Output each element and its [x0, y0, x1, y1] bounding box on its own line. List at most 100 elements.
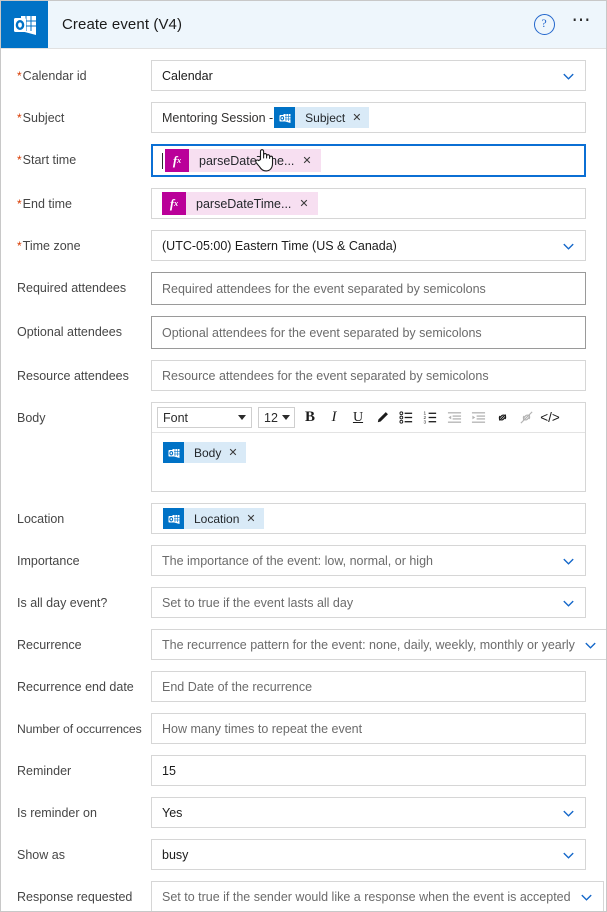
optional-attendees-input[interactable]: Optional attendees for the event separat… [151, 316, 586, 349]
token-label: Location [194, 511, 240, 526]
token-remove-icon[interactable]: ✕ [352, 111, 369, 124]
field-row-recurrence: Recurrence The recurrence pattern for th… [1, 629, 606, 660]
field-row-number-of-occurrences: Number of occurrences How many times to … [1, 713, 606, 744]
recurrence-dropdown[interactable]: The recurrence pattern for the event: no… [151, 629, 606, 660]
help-circle-icon[interactable]: ? [533, 14, 555, 35]
bulleted-list-icon[interactable] [394, 405, 418, 430]
form-body: *Calendar id Calendar *Subject Mentoring… [1, 60, 606, 911]
bold-icon[interactable]: B [298, 405, 322, 430]
expression-token-end-time[interactable]: fx parseDateTime... ✕ [162, 192, 318, 215]
field-row-time-zone: *Time zone (UTC-05:00) Eastern Time (US … [1, 230, 606, 261]
is-reminder-on-value: Yes [162, 805, 183, 820]
body-content-area[interactable]: Body ✕ [152, 433, 585, 491]
italic-icon[interactable]: I [322, 405, 346, 430]
reminder-input[interactable]: 15 [151, 755, 586, 786]
required-attendees-input[interactable]: Required attendees for the event separat… [151, 272, 586, 305]
required-attendees-placeholder: Required attendees for the event separat… [162, 281, 486, 296]
fx-icon: fx [162, 192, 186, 215]
header-actions: ? ⋯ [533, 1, 594, 48]
dynamic-token-location[interactable]: Location ✕ [163, 508, 264, 529]
expression-label: parseDateTime... [199, 153, 295, 168]
label-subject: *Subject [17, 111, 65, 125]
field-row-end-time: *End time fx parseDateTime... ✕ [1, 188, 606, 219]
field-row-recurrence-end-date: Recurrence end date End Date of the recu… [1, 671, 606, 702]
required-asterisk: * [17, 111, 22, 125]
outlook-token-icon [274, 107, 296, 128]
label-reminder: Reminder [17, 764, 72, 778]
fx-icon: fx [165, 149, 189, 172]
subject-input[interactable]: Mentoring Session - Subject ✕ [151, 102, 586, 133]
outdent-icon [442, 405, 466, 430]
label-time-zone: *Time zone [17, 239, 81, 253]
number-of-occurrences-placeholder: How many times to repeat the event [162, 721, 363, 736]
unlink-icon [514, 405, 538, 430]
recurrence-placeholder: The recurrence pattern for the event: no… [162, 637, 575, 652]
required-asterisk: * [17, 197, 22, 211]
dynamic-token-body[interactable]: Body ✕ [163, 442, 246, 463]
label-recurrence-end-date: Recurrence end date [17, 680, 134, 694]
chevron-down-icon [561, 805, 576, 820]
response-requested-dropdown[interactable]: Set to true if the sender would like a r… [151, 881, 604, 911]
token-remove-icon[interactable]: ✕ [302, 154, 320, 167]
link-icon[interactable] [490, 405, 514, 430]
font-size-select[interactable]: 12 [258, 407, 295, 428]
chevron-down-icon [281, 415, 290, 420]
field-row-start-time: *Start time fx parseDateTime... ✕ [1, 144, 606, 177]
label-calendar-id: *Calendar id [17, 69, 87, 83]
chevron-down-icon [561, 595, 576, 610]
svg-text:3: 3 [423, 420, 426, 425]
time-zone-value: (UTC-05:00) Eastern Time (US & Canada) [162, 238, 397, 253]
time-zone-dropdown[interactable]: (UTC-05:00) Eastern Time (US & Canada) [151, 230, 586, 261]
field-row-response-requested: Response requested Set to true if the se… [1, 881, 606, 911]
chevron-down-icon [561, 553, 576, 568]
card-header: Create event (V4) ? ⋯ [1, 1, 606, 49]
show-as-dropdown[interactable]: busy [151, 839, 586, 870]
field-row-is-reminder-on: Is reminder on Yes [1, 797, 606, 828]
is-reminder-on-dropdown[interactable]: Yes [151, 797, 586, 828]
is-all-day-event-dropdown[interactable]: Set to true if the event lasts all day [151, 587, 586, 618]
label-required-attendees: Required attendees [17, 281, 127, 295]
label-recurrence: Recurrence [17, 638, 82, 652]
dynamic-token-subject[interactable]: Subject ✕ [274, 107, 370, 128]
importance-dropdown[interactable]: The importance of the event: low, normal… [151, 545, 586, 576]
field-row-calendar-id: *Calendar id Calendar [1, 60, 606, 91]
field-row-body: Body Font 12 B I U 1 2 3 </> Body ✕ [1, 402, 606, 492]
expression-label: parseDateTime... [196, 196, 292, 211]
calendar-id-value: Calendar [162, 68, 213, 83]
subject-static-text: Mentoring Session - [162, 110, 274, 125]
field-row-subject: *Subject Mentoring Session - Subject ✕ [1, 102, 606, 133]
indent-icon [466, 405, 490, 430]
start-time-input[interactable]: fx parseDateTime... ✕ [151, 144, 586, 177]
expression-token-start-time[interactable]: fx parseDateTime... ✕ [165, 149, 321, 172]
label-optional-attendees: Optional attendees [17, 325, 122, 339]
numbered-list-icon[interactable]: 123 [418, 405, 442, 430]
token-remove-icon[interactable]: ✕ [228, 446, 245, 459]
recurrence-end-date-input[interactable]: End Date of the recurrence [151, 671, 586, 702]
number-of-occurrences-input[interactable]: How many times to repeat the event [151, 713, 586, 744]
importance-placeholder: The importance of the event: low, normal… [162, 553, 433, 568]
token-remove-icon[interactable]: ✕ [246, 512, 263, 525]
field-row-is-all-day-event: Is all day event? Set to true if the eve… [1, 587, 606, 618]
calendar-id-dropdown[interactable]: Calendar [151, 60, 586, 91]
field-row-location: Location Location ✕ [1, 503, 606, 534]
label-start-time: *Start time [17, 153, 77, 167]
field-row-resource-attendees: Resource attendees Resource attendees fo… [1, 360, 606, 391]
more-ellipsis-icon[interactable]: ⋯ [572, 11, 594, 32]
required-asterisk: * [17, 69, 22, 83]
end-time-input[interactable]: fx parseDateTime... ✕ [151, 188, 586, 219]
body-richtext-editor[interactable]: Font 12 B I U 1 2 3 </> Body ✕ [151, 402, 586, 492]
field-row-show-as: Show as busy [1, 839, 606, 870]
page-title: Create event (V4) [62, 16, 183, 33]
outlook-token-icon [163, 508, 184, 529]
token-remove-icon[interactable]: ✕ [299, 197, 317, 210]
location-input[interactable]: Location ✕ [151, 503, 586, 534]
resource-attendees-placeholder: Resource attendees for the event separat… [162, 368, 489, 383]
resource-attendees-input[interactable]: Resource attendees for the event separat… [151, 360, 586, 391]
code-view-icon[interactable]: </> [538, 405, 562, 430]
font-family-select[interactable]: Font [157, 407, 252, 428]
text-color-pen-icon[interactable] [370, 405, 394, 430]
chevron-down-icon [561, 847, 576, 862]
field-row-optional-attendees: Optional attendees Optional attendees fo… [1, 316, 606, 349]
create-event-action-card: Create event (V4) ? ⋯ *Calendar id Calen… [0, 0, 607, 912]
underline-icon[interactable]: U [346, 405, 370, 430]
